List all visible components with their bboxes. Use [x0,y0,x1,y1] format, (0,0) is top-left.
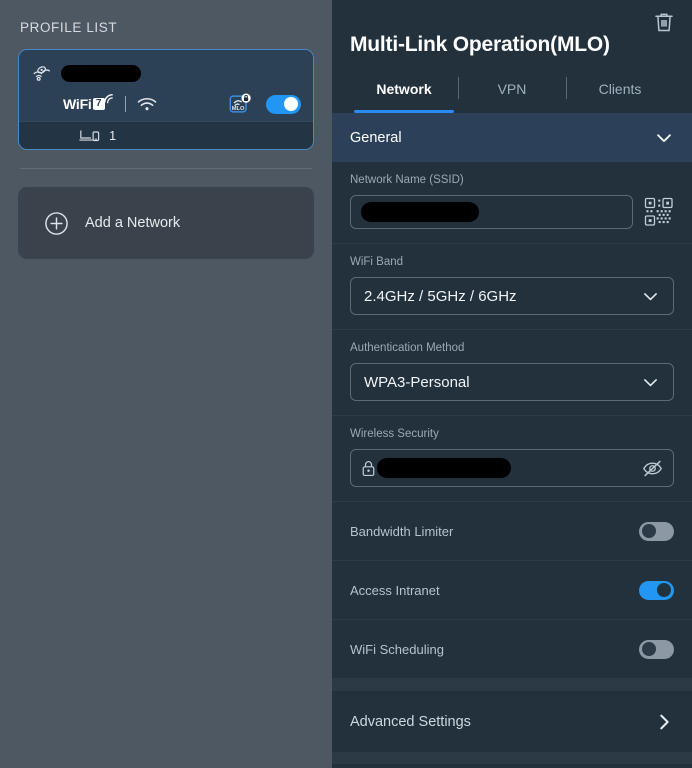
profile-device-count-row: 1 [19,121,313,149]
wireless-security-redacted-value [377,458,511,478]
advanced-settings-row[interactable]: Advanced Settings [332,691,692,752]
wireless-security-input[interactable] [350,449,674,487]
auth-method-value: WPA3-Personal [364,373,470,391]
field-wireless-security-label: Wireless Security [350,428,439,440]
panel-tabs: Network VPN Clients [350,73,674,113]
svg-text:MLO: MLO [232,106,245,112]
ssid-redacted-value [361,202,479,222]
sidebar-title: PROFILE LIST [20,20,118,35]
wifi-scheduling-toggle[interactable] [639,639,674,659]
profile-card-meta: WiFi 7 MLO [31,92,301,116]
panel-header: Multi-Link Operation(MLO) Network VPN Cl… [332,0,692,113]
profile-card[interactable]: WiFi 7 MLO 1 [18,49,314,150]
bandwidth-limiter-toggle[interactable] [639,521,674,541]
field-wireless-security: Wireless Security [332,416,692,502]
tab-clients[interactable]: Clients [566,73,674,113]
network-detail-panel: Multi-Link Operation(MLO) Network VPN Cl… [332,0,692,768]
field-ssid: Network Name (SSID) [332,162,692,244]
switch-row-wifi-scheduling: WiFi Scheduling [332,620,692,679]
section-gap [332,679,692,691]
trash-icon[interactable] [652,10,678,36]
qr-code-icon[interactable] [644,197,674,227]
mlo-secure-icon: MLO [228,92,252,116]
tab-vpn[interactable]: VPN [458,73,566,113]
toggle-knob [642,642,656,656]
advanced-settings-label: Advanced Settings [350,713,471,730]
profile-ssid-redacted [61,65,141,82]
profile-list-sidebar: PROFILE LIST WiFi 7 MLO 1 Add a Network [0,0,332,768]
wifi7-arc-icon [103,93,114,104]
field-ssid-label: Network Name (SSID) [350,174,464,186]
access-intranet-toggle[interactable] [639,580,674,600]
eye-off-icon[interactable] [642,459,663,478]
wifi-band-select[interactable]: 2.4GHz / 5GHz / 6GHz [350,277,674,315]
field-auth-method: Authentication Method WPA3-Personal [332,330,692,416]
bandwidth-limiter-label: Bandwidth Limiter [350,523,454,539]
wifi-band-value: 2.4GHz / 5GHz / 6GHz [364,287,517,305]
section-general-label: General [350,129,402,146]
section-general-header[interactable]: General [332,113,692,162]
auth-method-select[interactable]: WPA3-Personal [350,363,674,401]
wifi-scheduling-label: WiFi Scheduling [350,641,444,657]
chevron-down-icon [641,287,660,306]
page-title: Multi-Link Operation(MLO) [350,33,610,56]
field-auth-method-label: Authentication Method [350,342,465,354]
plus-circle-icon [44,211,69,236]
wifi-standard-label: WiFi [63,96,92,112]
laptop-phone-icon [79,128,101,143]
field-ssid-row [350,195,674,229]
wifi7-badge: WiFi 7 [63,94,114,112]
toggle-knob [642,524,656,538]
tab-network[interactable]: Network [350,73,458,113]
toggle-knob [284,97,298,111]
sidebar-divider [20,168,312,169]
panel-bottom-gap [332,752,692,764]
chevron-down-icon [641,373,660,392]
field-wifi-band: WiFi Band 2.4GHz / 5GHz / 6GHz [332,244,692,330]
profile-card-main: WiFi 7 MLO [19,50,313,121]
chevron-right-icon [654,712,674,732]
access-intranet-label: Access Intranet [350,582,440,598]
profile-card-header [31,60,301,86]
field-wifi-band-label: WiFi Band [350,256,404,268]
switch-row-bandwidth-limiter: Bandwidth Limiter [332,502,692,561]
profile-enable-toggle[interactable] [266,94,301,114]
switch-row-access-intranet: Access Intranet [332,561,692,620]
add-network-button[interactable]: Add a Network [18,187,314,259]
eye-network-icon [31,62,53,84]
device-count-label: 1 [109,128,117,143]
app-root: PROFILE LIST WiFi 7 MLO 1 Add a Network … [0,0,692,768]
chevron-down-icon [654,128,674,148]
lock-icon [361,460,377,477]
wifi-signal-icon [137,97,157,112]
add-network-label: Add a Network [85,215,181,231]
toggle-knob [657,583,671,597]
ssid-input[interactable] [350,195,633,229]
meta-divider [124,96,126,112]
